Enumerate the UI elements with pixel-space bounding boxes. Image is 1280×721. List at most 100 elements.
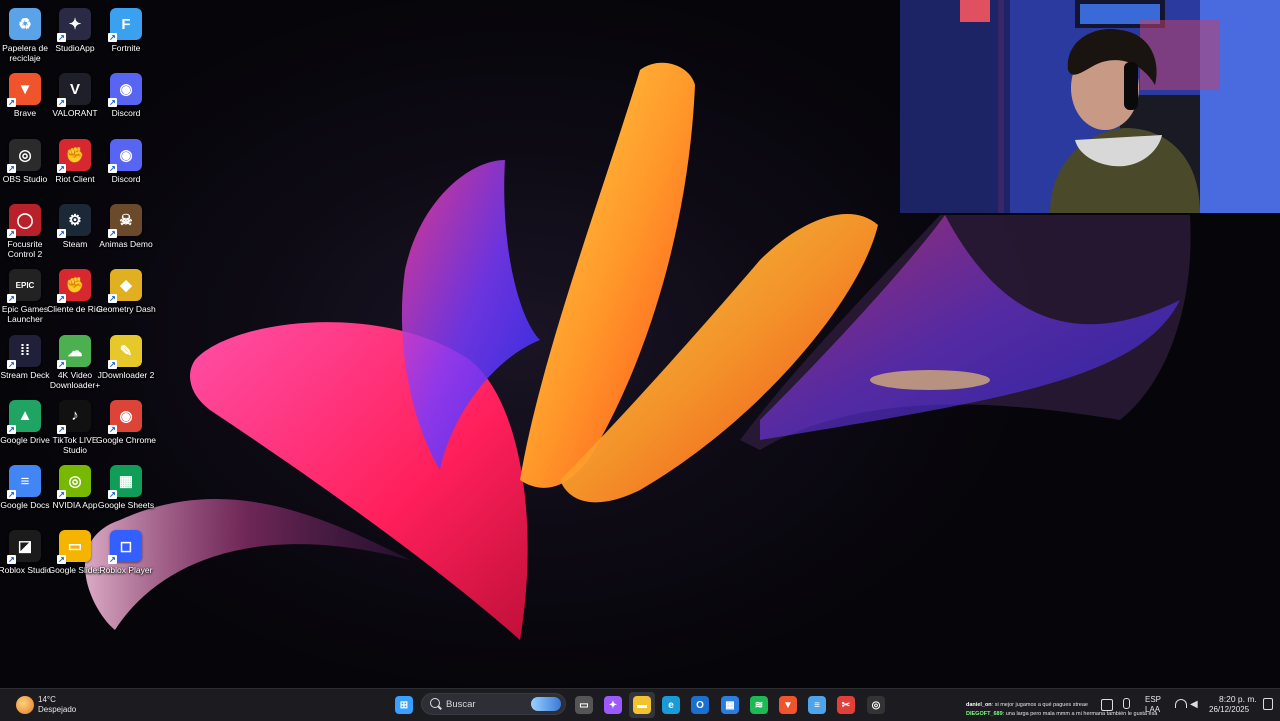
desktop-icon-fortnite[interactable]: F ↗ Fortnite	[99, 4, 153, 66]
clock-time[interactable]: 8:20 p. m.	[1219, 694, 1257, 704]
taskbar-outlook-button[interactable]: O	[687, 692, 713, 718]
shortcut-arrow-icon: ↗	[108, 424, 117, 434]
shortcut-arrow-icon: ↗	[57, 98, 66, 108]
desktop-icon-google-chrome[interactable]: ◉ ↗ Google Chrome	[96, 396, 156, 458]
google-slides-icon: ▭ ↗	[57, 530, 91, 565]
desktop-icon-discord[interactable]: ◉ ↗ Discord	[99, 135, 153, 197]
shortcut-arrow-icon: ↗	[7, 228, 16, 238]
shortcut-arrow-icon: ↗	[7, 359, 16, 369]
desktop[interactable]: ♻ Papelera de reciclaje ✦ ↗ StudioApp F ↗ Fortn…	[0, 0, 1280, 688]
webcam-overlay	[900, 0, 1280, 213]
desktop-icon-google-slides[interactable]: ▭ ↗ Google Slides	[48, 526, 102, 588]
taskbar-notepad-button[interactable]: ≡	[804, 692, 830, 718]
desktop-icon-4k-video-downloader-[interactable]: ☁ ↗ 4K Video Downloader+	[48, 331, 102, 393]
desktop-icon-papelera-de-reciclaje[interactable]: ♻ Papelera de reciclaje	[0, 4, 52, 66]
desktop-icon-roblox-studio[interactable]: ◪ ↗ Roblox Studio	[0, 526, 52, 588]
desktop-icon-google-sheets[interactable]: ▦ ↗ Google Sheets	[98, 461, 154, 523]
epic-games-icon: EPIC ↗	[7, 269, 41, 304]
desktop-icon-animas-demo[interactable]: ☠ ↗ Animas Demo	[99, 200, 153, 262]
google-sheets-icon: ▦ ↗	[108, 465, 142, 500]
desktop-icon-focusrite-control-2[interactable]: ◯ ↗ Focusrite Control 2	[0, 200, 52, 262]
steam-icon: ⚙ ↗	[57, 203, 91, 238]
network-icon[interactable]	[1101, 699, 1113, 711]
shortcut-arrow-icon: ↗	[7, 555, 16, 565]
desktop-icon-brave[interactable]: ▼ ↗ Brave	[0, 69, 52, 131]
notifications-icon[interactable]	[1263, 698, 1273, 710]
task-view-icon: ▭	[575, 696, 593, 714]
desktop-icon-obs-studio[interactable]: ◎ ↗ OBS Studio	[0, 135, 52, 197]
clock-date[interactable]: 26/12/2025	[1209, 705, 1249, 715]
shortcut-arrow-icon: ↗	[57, 228, 66, 238]
tiktok-icon: ♪ ↗	[57, 399, 91, 434]
brave-icon: ▼ ↗	[7, 73, 41, 108]
desktop-icon-steam[interactable]: ⚙ ↗ Steam	[48, 200, 102, 262]
brave-icon: ▼	[779, 696, 797, 714]
microphone-icon[interactable]	[1123, 698, 1130, 709]
desktop-icon-label: Roblox Player	[99, 565, 153, 576]
desktop-icon-discord[interactable]: ◉ ↗ Discord	[99, 69, 153, 131]
taskbar-microsoft-store-button[interactable]: ▦	[717, 692, 743, 718]
chat-text: : si mejor jugamos a qué pagues streae	[991, 702, 1088, 708]
desktop-icon-nvidia-app[interactable]: ◎ ↗ NVIDIA App	[48, 461, 102, 523]
riot-client-icon: ✊ ↗	[57, 138, 91, 173]
desktop-icon-label: Fortnite	[111, 43, 141, 53]
weather-widget[interactable]: 14°C Despejado	[10, 689, 90, 721]
shortcut-arrow-icon: ↗	[7, 490, 16, 500]
shortcut-arrow-icon: ↗	[57, 294, 66, 304]
search-highlight-icon	[531, 697, 561, 711]
desktop-icon-studioapp[interactable]: ✦ ↗ StudioApp	[48, 4, 102, 66]
shortcut-arrow-icon: ↗	[108, 163, 117, 173]
start-button-icon: ⊞	[395, 696, 413, 714]
language-indicator[interactable]: ESP	[1145, 695, 1161, 705]
desktop-icon-label: Discord	[111, 173, 141, 184]
taskbar-brave-button[interactable]: ▼	[775, 692, 801, 718]
desktop-icon-cliente-de-riot[interactable]: ✊ ↗ Cliente de Riot	[47, 265, 103, 327]
wifi-icon[interactable]	[1175, 699, 1187, 708]
desktop-icon-label: Discord	[111, 108, 141, 119]
copilot-icon: ✦	[604, 696, 622, 714]
system-tray: ESP LAA ◀ 8:20 p. m. 26/12/2025	[1095, 690, 1280, 720]
focusrite-icon: ◯ ↗	[7, 203, 41, 238]
volume-icon[interactable]: ◀	[1190, 699, 1198, 710]
chat-user: daniel_on	[966, 702, 992, 708]
animas-icon: ☠ ↗	[108, 203, 142, 238]
recycle-bin-icon: ♻	[9, 8, 41, 40]
desktop-icon-epic-games-launcher[interactable]: EPIC ↗ Epic Games Launcher	[0, 265, 52, 327]
chrome-icon: ◉ ↗	[108, 399, 142, 434]
weather-icon	[16, 696, 34, 714]
desktop-icon-google-docs[interactable]: ≡ ↗ Google Docs	[0, 461, 52, 523]
roblox-studio-icon: ◪ ↗	[7, 530, 41, 565]
shortcut-arrow-icon: ↗	[7, 294, 16, 304]
edge-icon: e	[662, 696, 680, 714]
shortcut-arrow-icon: ↗	[108, 98, 117, 108]
taskbar-search-box[interactable]: Buscar	[421, 693, 566, 715]
desktop-icon-tiktok-live-studio[interactable]: ♪ ↗ TikTok LIVE Studio	[48, 396, 102, 458]
roblox-player-icon: ◻ ↗	[108, 530, 142, 565]
jdownloader-icon: ✎ ↗	[108, 334, 142, 369]
snipping-tool-icon: ✂	[837, 696, 855, 714]
taskbar-task-view-button[interactable]: ▭	[571, 692, 597, 718]
desktop-icon-label: Geometry Dash	[96, 304, 156, 315]
discord-icon: ◉ ↗	[108, 138, 142, 173]
taskbar-start-button-button[interactable]: ⊞	[391, 692, 417, 718]
chat-user: DIEGOFT_689	[966, 711, 1003, 717]
studioapp-icon: ✦ ↗	[57, 8, 91, 42]
taskbar-obs-button[interactable]: ◎	[863, 692, 889, 718]
google-drive-icon: ▲ ↗	[7, 399, 41, 434]
taskbar-snipping-tool-button[interactable]: ✂	[833, 692, 859, 718]
desktop-icon-riot-client[interactable]: ✊ ↗ Riot Client	[48, 135, 102, 197]
chat-line-1: daniel_on: si mejor jugamos a qué pagues…	[966, 702, 1088, 708]
taskbar-edge-button[interactable]: e	[658, 692, 684, 718]
weather-condition: Despejado	[38, 705, 77, 714]
taskbar-copilot-button[interactable]: ✦	[600, 692, 626, 718]
shortcut-arrow-icon: ↗	[108, 228, 117, 238]
desktop-icon-jdownloader-2[interactable]: ✎ ↗ JDownloader 2	[98, 331, 154, 393]
taskbar-spotify-button[interactable]: ≋	[746, 692, 772, 718]
taskbar-file-explorer-button[interactable]: ▬	[629, 692, 655, 718]
desktop-icon-valorant[interactable]: V ↗ VALORANT	[48, 69, 102, 131]
desktop-icon-geometry-dash[interactable]: ◆ ↗ Geometry Dash	[96, 265, 156, 327]
file-explorer-icon: ▬	[633, 696, 651, 714]
shortcut-arrow-icon: ↗	[7, 98, 16, 108]
desktop-icon-roblox-player[interactable]: ◻ ↗ Roblox Player	[99, 526, 153, 588]
keyboard-layout[interactable]: LAA	[1145, 705, 1160, 715]
